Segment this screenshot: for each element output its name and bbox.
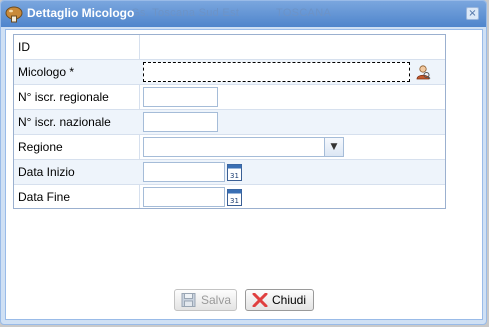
form-row-micologo: Micologo * <box>14 60 445 85</box>
background-text-region: TOSCANA <box>276 7 332 19</box>
form-row-regione: Regione ▼ <box>14 135 445 160</box>
field-label-regione: Regione <box>18 140 63 154</box>
close-button-label: Chiudi <box>272 293 307 307</box>
floppy-disk-icon <box>181 293 197 307</box>
field-label-micologo: Micologo * <box>18 65 75 79</box>
regione-select[interactable]: ▼ <box>143 137 344 157</box>
chevron-down-icon[interactable]: ▼ <box>324 138 343 156</box>
form-row-id: ID <box>14 35 445 60</box>
form-row-iscr-nazionale: N° iscr. nazionale <box>14 110 445 135</box>
close-icon <box>252 292 268 308</box>
form-row-data-fine: Data Fine 31 <box>14 185 445 210</box>
detail-form: ID Micologo * N° iscr. regionale N° iscr… <box>13 34 446 209</box>
calendar-day-text: 31 <box>230 172 239 180</box>
data-inizio-field[interactable] <box>143 162 225 182</box>
form-row-iscr-regionale: N° iscr. regionale <box>14 85 445 110</box>
close-window-button[interactable]: × <box>466 7 479 20</box>
save-button[interactable]: Salva <box>174 289 237 311</box>
field-label-data-fine: Data Fine <box>18 190 71 204</box>
save-button-label: Salva <box>201 293 232 307</box>
iscr-nazionale-field[interactable] <box>143 112 218 132</box>
dialog-title: Dettaglio Micologo <box>27 6 135 20</box>
calendar-day-text: 31 <box>230 197 239 205</box>
field-label-data-inizio: Data Inizio <box>18 165 75 179</box>
field-label-iscr-nazionale: N° iscr. nazionale <box>18 115 111 129</box>
dialog-body: ID Micologo * N° iscr. regionale N° iscr… <box>5 29 483 320</box>
close-button[interactable]: Chiudi <box>245 289 314 311</box>
user-lookup-icon[interactable] <box>415 64 431 80</box>
iscr-regionale-field[interactable] <box>143 87 218 107</box>
field-label-iscr-regionale: N° iscr. regionale <box>18 90 109 104</box>
calendar-icon[interactable]: 31 <box>227 163 242 181</box>
mushroom-icon <box>5 6 23 23</box>
dialog-titlebar[interactable]: Gs. Toscana Sud Est TOSCANA Dettaglio Mi… <box>1 1 486 27</box>
background-text-asl: Gs. Toscana Sud Est <box>131 7 240 19</box>
calendar-icon[interactable]: 31 <box>227 188 242 206</box>
dialog-window: Gs. Toscana Sud Est TOSCANA Dettaglio Mi… <box>0 0 487 325</box>
data-fine-field[interactable] <box>143 187 225 207</box>
form-row-data-inizio: Data Inizio 31 <box>14 160 445 185</box>
field-label-id: ID <box>18 40 30 54</box>
micologo-field[interactable] <box>143 62 410 82</box>
